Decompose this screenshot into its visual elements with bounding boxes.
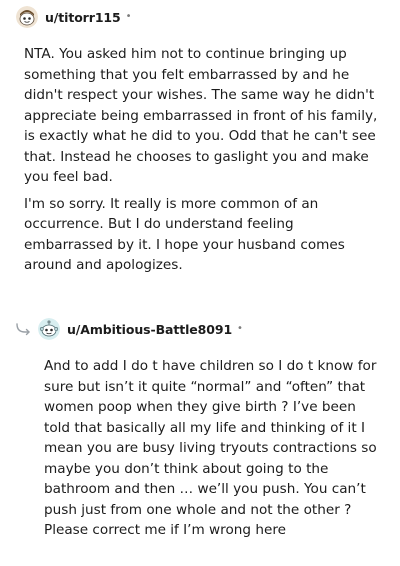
comment-paragraph: NTA. You asked him not to continue bring… — [24, 46, 378, 185]
separator-dot: • — [237, 322, 243, 334]
comment-username[interactable]: u/Ambitious-Battle8091 — [67, 322, 232, 337]
comment-body: And to add I do t have children so I do … — [0, 346, 400, 541]
avatar-snoo-brown-icon[interactable] — [16, 6, 38, 28]
avatar-snoo-teal-icon[interactable] — [38, 318, 60, 340]
comment-paragraph: And to add I do t have children so I do … — [44, 358, 377, 538]
comment-paragraph: I'm so sorry. It really is more common o… — [24, 195, 345, 274]
comment-ambitious-battle8091: u/Ambitious-Battle8091 • And to add I do… — [0, 312, 400, 547]
comment-body: NTA. You asked him not to continue bring… — [0, 34, 400, 276]
comment-titorr115: u/titorr115 • NTA. You asked him not to … — [0, 0, 400, 282]
comment-header: u/Ambitious-Battle8091 • — [0, 312, 400, 346]
separator-dot: • — [125, 10, 132, 22]
comment-username[interactable]: u/titorr115 — [45, 10, 121, 25]
comment-header: u/titorr115 • — [0, 0, 400, 34]
reply-arrow-icon — [16, 323, 30, 336]
